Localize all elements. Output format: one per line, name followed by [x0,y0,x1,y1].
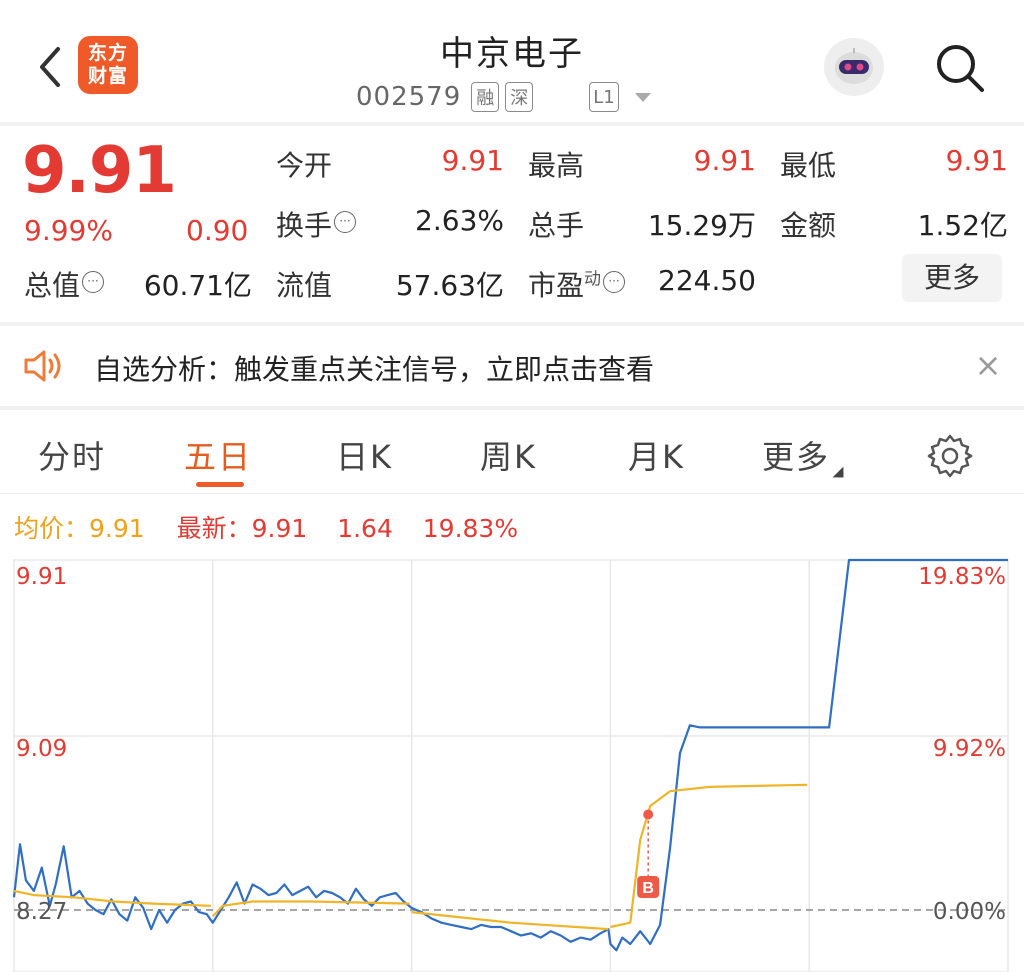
search-icon [937,45,984,92]
tab-five-day[interactable]: 五日 [184,432,252,478]
avg-price-label: 均价： [14,514,90,543]
y-axis-label-right: 19.83% [918,564,1006,590]
chart-svg: B 9.91 9.09 8.27 19.83% 9.92% 0.00% [12,558,1009,972]
chart-legend: 均价：9.91 最新：9.91 1.64 19.83% [14,509,518,545]
tab-more[interactable]: 更多 [762,432,844,478]
latest-value: 9.91 [251,514,308,543]
turnover-label-text: 换手 [276,209,333,242]
gear-icon[interactable] [924,430,976,482]
y-axis-label-left: 9.09 [16,736,67,762]
info-icon[interactable]: ··· [603,270,626,293]
y-axis-label-right: 0.00% [933,899,1006,925]
low-value: 9.91 [945,144,1008,177]
pe-label[interactable]: 市盈动 ··· [528,264,626,304]
volume-value: 15.29万 [647,209,756,242]
high-label: 最高 [528,149,585,182]
low-label: 最低 [780,149,837,182]
market-tag: 深 [505,82,534,112]
open-value: 9.91 [441,144,504,177]
caret-icon [832,466,844,478]
pe-value: 224.50 [658,264,756,297]
buy-marker-dot [643,809,654,820]
close-icon[interactable]: × [970,348,1006,384]
margin-tag: 融 [471,82,500,112]
latest-label: 最新： [176,514,252,543]
avg-price-value: 9.91 [89,514,145,543]
period-tabs: 分时 五日 日K 周K 月K 更多 [0,410,1024,494]
amount-label: 金额 [780,209,837,242]
y-axis-label-left: 9.91 [16,564,67,590]
price-line [12,558,1008,952]
latest-percent: 19.83% [422,514,519,543]
quote-panel: 9.91 9.99% 0.90 今开 9.91 最高 9.91 最低 9.91 … [0,126,1024,322]
chevron-down-icon[interactable] [634,92,651,102]
market-cap-value: 60.71亿 [143,269,252,302]
five-day-chart[interactable]: B 9.91 9.09 8.27 19.83% 9.92% 0.00% [0,556,1024,972]
buy-marker-label: B [642,880,654,897]
change-amount: 0.90 [186,214,249,247]
robot-assistant-icon [835,48,873,84]
turnover-label[interactable]: 换手 ··· [276,204,357,244]
market-cap-label-text: 总值 [24,269,81,302]
speaker-icon [24,350,61,382]
open-label: 今开 [276,149,333,182]
notice-text: 自选分析：触发重点关注信号，立即点击查看 [94,353,655,386]
volume-label: 总手 [528,209,585,242]
market-cap-label[interactable]: 总值 ··· [24,264,105,304]
info-icon[interactable]: ··· [334,210,357,233]
y-axis-label-right: 9.92% [933,736,1006,762]
float-cap-label: 流值 [276,269,333,302]
pe-label-sup: 动 [584,269,602,290]
change-percent: 9.99% [24,214,113,247]
stock-code: 002579 [356,82,462,112]
level-tag: L1 [589,82,619,112]
latest-change: 1.64 [337,514,393,543]
tab-daily-k[interactable]: 日K [336,432,393,478]
active-tab-indicator [196,482,244,487]
tab-intraday[interactable]: 分时 [38,432,106,478]
last-price: 9.91 [22,134,177,208]
search-button[interactable] [930,38,990,98]
more-button[interactable]: 更多 [902,254,1002,302]
pe-label-text: 市盈 [528,269,585,302]
stock-subtitle[interactable]: 002579 融 深 L1 [356,80,651,114]
info-icon[interactable]: ··· [82,270,105,293]
float-cap-value: 57.63亿 [395,269,504,302]
tab-more-label: 更多 [762,438,831,476]
app-header: 东方 财富 中京电子 002579 融 深 L1 [0,0,1024,122]
amount-value: 1.52亿 [917,209,1008,242]
turnover-value: 2.63% [415,204,504,237]
tab-monthly-k[interactable]: 月K [628,432,685,478]
high-value: 9.91 [693,144,756,177]
assistant-button[interactable] [824,38,884,96]
hidden-tag [539,82,583,112]
y-axis-label-left: 8.27 [16,899,67,925]
tab-weekly-k[interactable]: 周K [480,432,537,478]
notice-bar[interactable]: 自选分析：触发重点关注信号，立即点击查看 × [0,326,1024,406]
